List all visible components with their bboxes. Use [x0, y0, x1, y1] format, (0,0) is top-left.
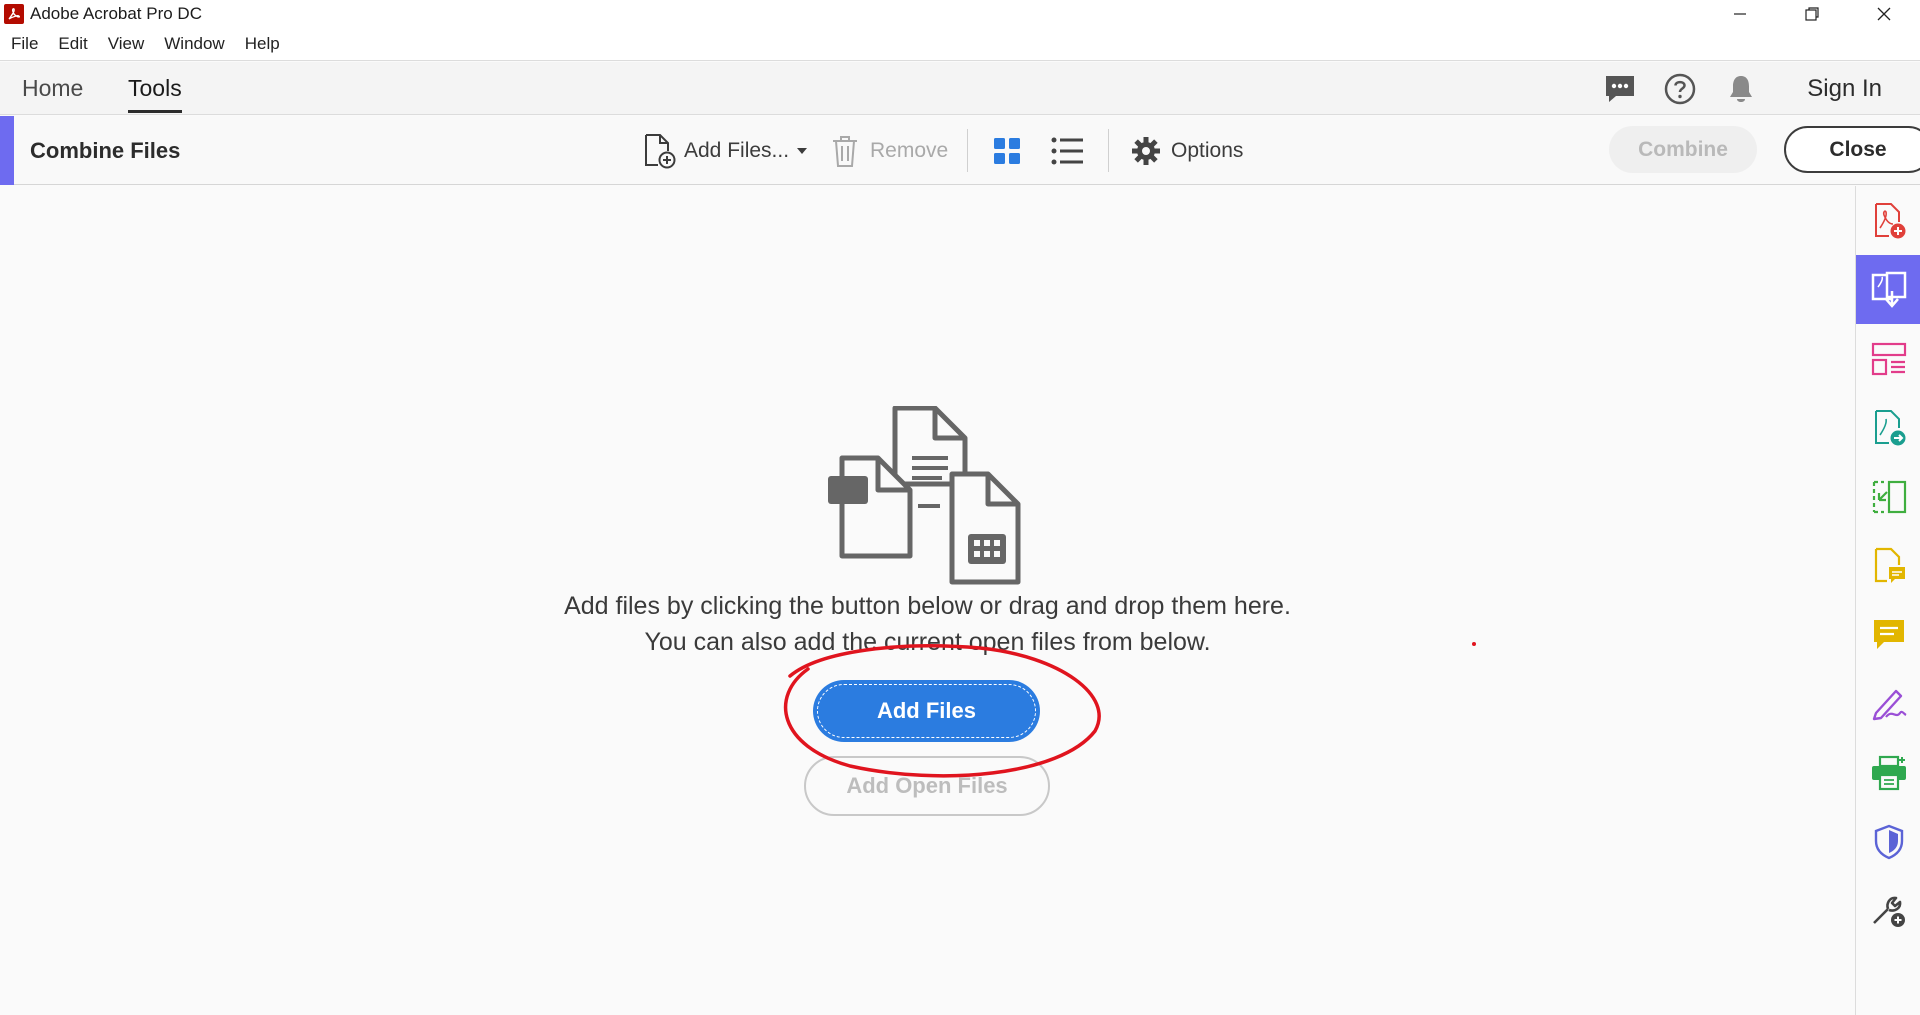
comment-file-icon[interactable] [1856, 531, 1920, 600]
list-view-button[interactable] [1051, 116, 1083, 185]
combine-button[interactable]: Combine [1609, 126, 1757, 173]
export-pdf-icon[interactable] [1856, 393, 1920, 462]
fill-sign-icon[interactable] [1856, 669, 1920, 738]
close-window-button[interactable] [1848, 0, 1920, 28]
menu-edit[interactable]: Edit [48, 34, 97, 54]
add-files-dropdown-button[interactable]: Add Files... [642, 116, 808, 185]
menu-file[interactable]: File [0, 34, 48, 54]
gear-icon [1132, 136, 1160, 165]
bell-icon[interactable] [1724, 72, 1758, 106]
tab-tools[interactable]: Tools [128, 62, 182, 115]
tools-right-rail [1855, 186, 1920, 1015]
more-tools-icon[interactable] [1856, 876, 1920, 945]
options-label: Options [1171, 138, 1244, 162]
window-controls [1704, 0, 1920, 28]
combine-files-illustration-icon [828, 406, 1021, 585]
trash-icon [833, 135, 857, 167]
add-files-button[interactable]: Add Files [813, 680, 1040, 742]
add-files-label: Add Files... [684, 138, 790, 162]
restore-icon [1805, 7, 1819, 21]
print-production-icon[interactable] [1856, 738, 1920, 807]
toolbar-divider [967, 129, 968, 172]
menu-bar: File Edit View Window Help [0, 28, 1920, 61]
add-file-icon [645, 133, 676, 168]
acrobat-logo-icon [4, 4, 24, 24]
nav-bar: Home Tools Sign In [0, 62, 1920, 115]
sign-in-link[interactable]: Sign In [1807, 62, 1882, 115]
organize-pages-icon[interactable] [1856, 324, 1920, 393]
drop-zone[interactable]: Add files by clicking the button below o… [0, 186, 1855, 1015]
close-tool-button[interactable]: Close [1784, 126, 1920, 173]
edit-pdf-icon[interactable] [1856, 462, 1920, 531]
close-icon [1877, 7, 1891, 21]
restore-button[interactable] [1776, 0, 1848, 28]
menu-window[interactable]: Window [154, 34, 234, 54]
tool-title: Combine Files [30, 137, 181, 163]
combine-files-icon[interactable] [1856, 255, 1920, 324]
options-button[interactable]: Options [1131, 116, 1243, 185]
menu-help[interactable]: Help [235, 34, 290, 54]
title-bar: Adobe Acrobat Pro DC [0, 0, 1920, 28]
comment-icon[interactable] [1856, 600, 1920, 669]
create-pdf-icon[interactable] [1856, 186, 1920, 255]
tool-toolbar: Combine Files Add Files... Remove Option… [0, 116, 1920, 185]
chat-icon[interactable] [1603, 72, 1637, 106]
remove-button[interactable]: Remove [830, 116, 948, 185]
remove-label: Remove [870, 138, 949, 162]
grid-view-icon [994, 137, 1020, 164]
toolbar-divider [1108, 129, 1109, 172]
minimize-button[interactable] [1704, 0, 1776, 28]
tool-accent-bar [0, 116, 14, 185]
instruction-line-2: You can also add the current open files … [644, 628, 1211, 656]
minimize-icon [1734, 13, 1746, 15]
help-icon[interactable] [1663, 72, 1697, 106]
caret-down-icon [797, 147, 808, 154]
protect-icon[interactable] [1856, 807, 1920, 876]
tab-home[interactable]: Home [22, 62, 83, 115]
instruction-line-1: Add files by clicking the button below o… [564, 592, 1291, 620]
menu-view[interactable]: View [98, 34, 155, 54]
list-view-icon [1051, 137, 1083, 164]
window-title: Adobe Acrobat Pro DC [30, 4, 202, 23]
add-open-files-button[interactable]: Add Open Files [804, 756, 1050, 816]
thumbnail-view-button[interactable] [993, 116, 1021, 185]
